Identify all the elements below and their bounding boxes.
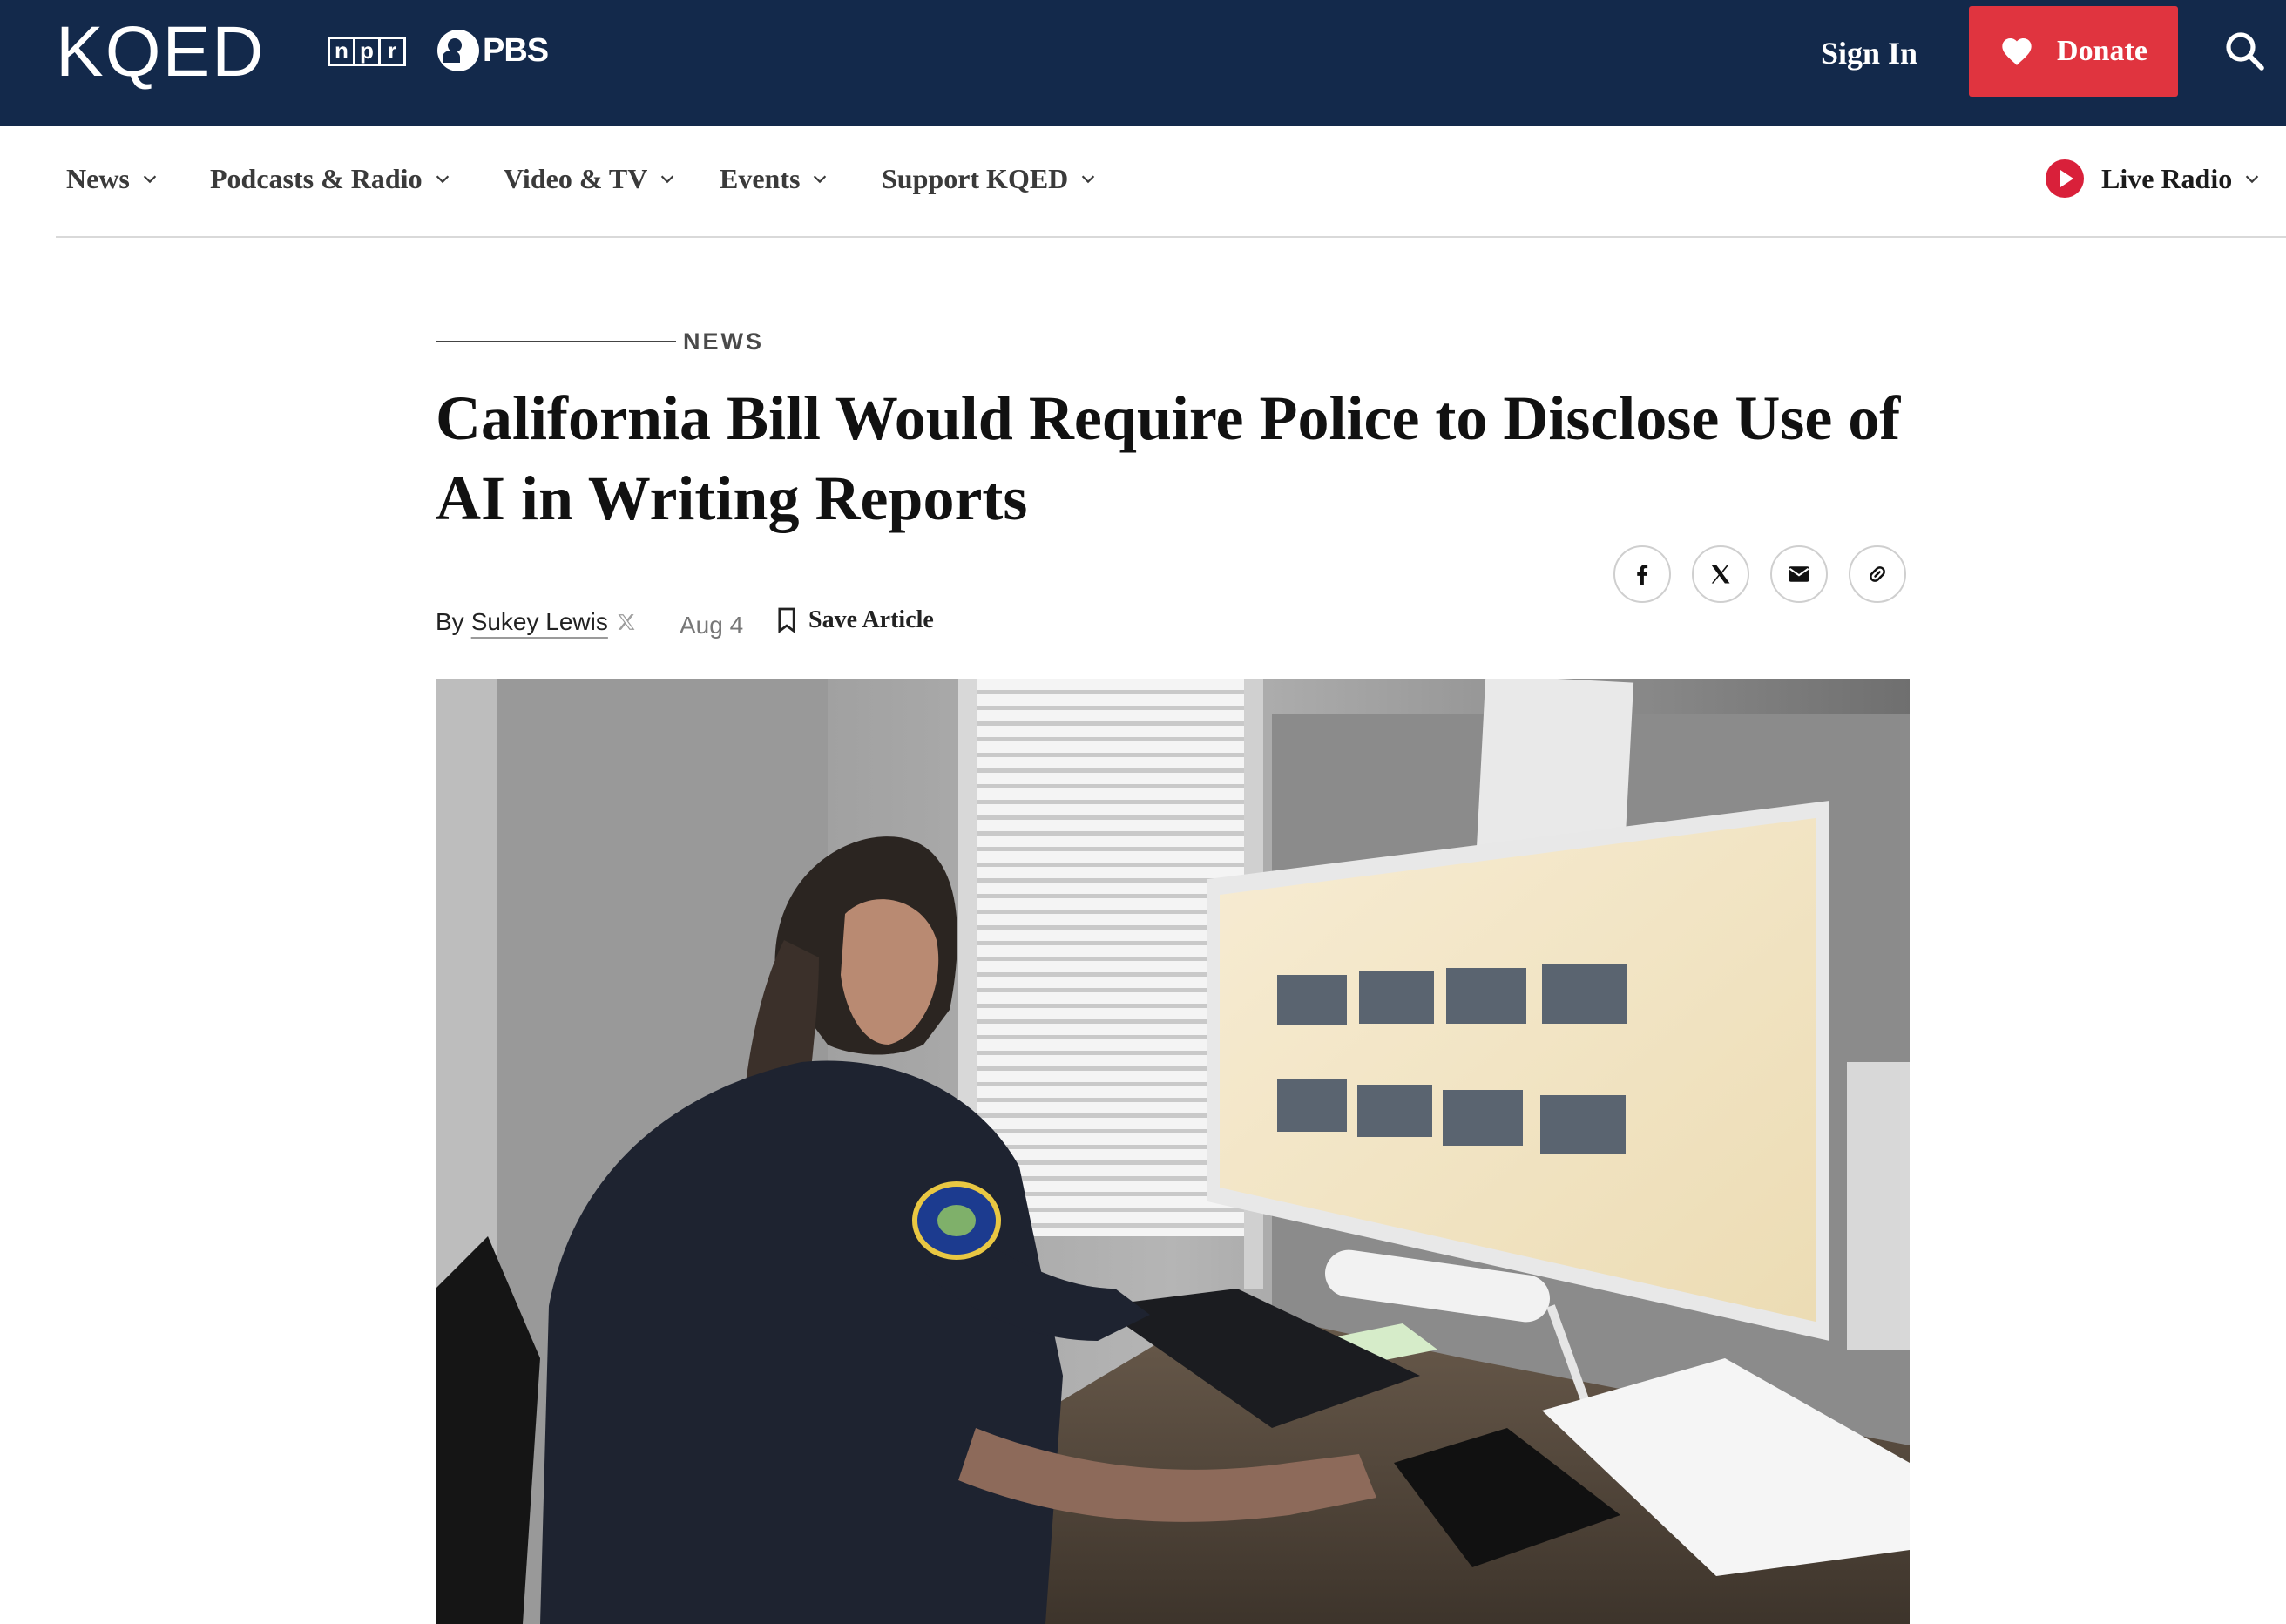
save-article-button[interactable]: Save Article (777, 606, 934, 634)
x-icon (1711, 565, 1730, 584)
nav-item-label: Support KQED (882, 163, 1069, 194)
save-article-label: Save Article (808, 606, 934, 633)
section-label[interactable]: NEWS (683, 326, 764, 357)
bookmark-icon (778, 607, 795, 633)
donate-label: Donate (2057, 35, 2147, 67)
publish-date: Aug 4 (680, 612, 744, 639)
chevron-down-icon (814, 175, 827, 184)
npr-letter: p (355, 39, 381, 64)
byline: By Sukey Lewis (436, 608, 636, 636)
heart-icon (2002, 38, 2032, 65)
npr-logo[interactable]: n p r (328, 37, 406, 66)
byline-prefix: By (436, 608, 464, 635)
donate-button[interactable]: Donate (1969, 6, 2178, 97)
nav-item-label: Events (720, 163, 801, 194)
nav-item-podcasts-radio[interactable]: Podcasts & Radio (210, 161, 452, 196)
nav-item-news[interactable]: News (66, 161, 159, 196)
article-headline: California Bill Would Require Police to … (436, 383, 1901, 533)
pbs-wordmark: PBS (483, 31, 549, 69)
nav-item-video-tv[interactable]: Video & TV (504, 161, 677, 196)
chevron-down-icon (1082, 175, 1095, 184)
sign-in-link[interactable]: Sign In (1821, 31, 1917, 75)
hero-photo-illustration (436, 679, 1910, 1624)
search-icon[interactable] (2223, 30, 2265, 71)
chevron-down-icon (143, 175, 157, 184)
nav-item-label: Video & TV (504, 163, 648, 194)
play-icon (2046, 159, 2084, 198)
chevron-down-icon (661, 175, 674, 184)
author-link[interactable]: Sukey Lewis (471, 608, 608, 636)
nav-item-label: Podcasts & Radio (210, 163, 423, 194)
nav-item-events[interactable]: Events (720, 161, 829, 196)
share-x-button[interactable] (1692, 545, 1749, 603)
section-divider (436, 341, 676, 342)
hero-photo (436, 679, 1910, 1624)
npr-letter: r (387, 37, 397, 64)
kqed-logo[interactable]: KQED (56, 12, 265, 92)
nav-item-support-kqed[interactable]: Support KQED (882, 161, 1098, 196)
chevron-down-icon (436, 175, 449, 184)
live-radio-button[interactable]: Live Radio (2046, 159, 2262, 198)
email-icon (1789, 566, 1809, 582)
x-icon[interactable] (617, 612, 636, 632)
share-link-button[interactable] (1849, 545, 1906, 603)
chevron-down-icon (2246, 175, 2259, 184)
share-email-button[interactable] (1770, 545, 1828, 603)
link-icon (1870, 566, 1885, 582)
npr-letter: n (330, 39, 355, 64)
nav-item-label: News (66, 163, 130, 194)
top-bar: KQED n p r PBS Sign In Donate (0, 0, 2286, 126)
share-facebook-button[interactable] (1613, 545, 1671, 603)
facebook-icon (1637, 565, 1648, 585)
main-nav: News Podcasts & Radio Video & TV Events … (56, 126, 2286, 238)
pbs-logo[interactable]: PBS (437, 30, 549, 71)
live-radio-label: Live Radio (2101, 162, 2233, 194)
pbs-head-icon (437, 30, 479, 71)
